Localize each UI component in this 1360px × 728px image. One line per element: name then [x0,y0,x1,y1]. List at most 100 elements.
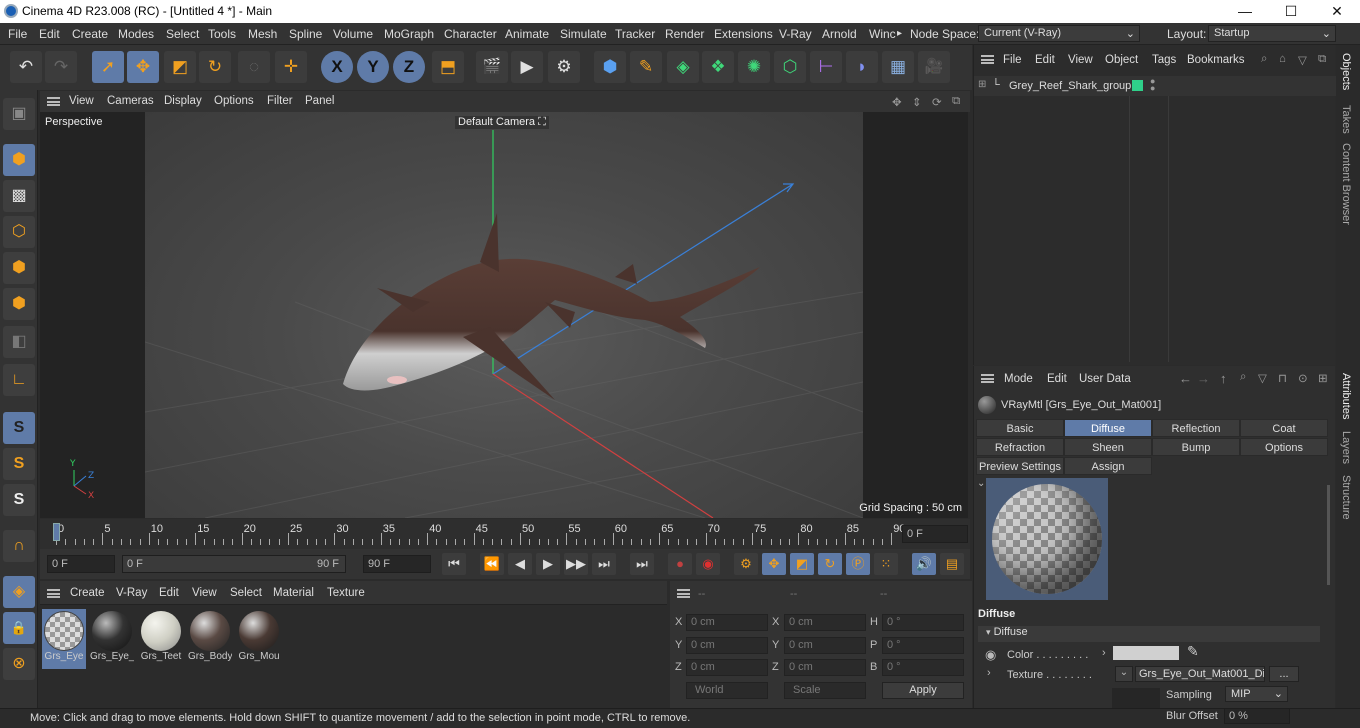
diffuse-group-header[interactable]: ▾ Diffuse [978,626,1320,642]
menu-render[interactable]: Render [665,27,704,41]
material-swatch[interactable]: Grs_Body [188,609,232,669]
solo-hierarchy-icon[interactable]: S [3,484,35,516]
layout-dropdown[interactable]: Startup ⌄ [1208,25,1336,42]
rot-p-field[interactable]: 0 ° [882,637,964,654]
mat-menu-select[interactable]: Select [230,587,262,599]
settings-icon[interactable]: ⊙ [1298,371,1308,385]
make-editable-icon[interactable]: ▣ [3,98,35,130]
hamburger-icon[interactable] [981,55,994,64]
record-keys-icon[interactable]: ● [668,553,692,575]
solo-selected-icon[interactable]: S [3,448,35,480]
side-tab-attributes[interactable]: Attributes [1340,373,1352,419]
next-frame-icon[interactable]: ▶▶ [564,553,588,575]
obj-menu-bookmarks[interactable]: Bookmarks [1187,54,1245,66]
material-swatch[interactable]: Grs_Teet [139,609,183,669]
material-swatch[interactable]: Grs_Eye [42,609,86,669]
mat-menu-view[interactable]: View [192,587,217,599]
coordinate-system-icon[interactable]: ⬒ [432,51,464,83]
pos-x-field[interactable]: 0 cm [686,614,768,631]
maximize-button[interactable]: ☐ [1268,0,1314,23]
obj-menu-tags[interactable]: Tags [1152,54,1176,66]
object-name[interactable]: Grey_Reef_Shark_group [1009,80,1131,92]
side-tab-structure[interactable]: Structure [1340,475,1352,520]
points-mode-icon[interactable]: ⬡ [3,216,35,248]
attr-menu-mode[interactable]: Mode [1004,373,1033,385]
hamburger-icon[interactable] [981,374,994,383]
autokeying-icon[interactable]: ◉ [696,553,720,575]
rot-b-field[interactable]: 0 ° [882,659,964,676]
viewport-menu-filter[interactable]: Filter [267,95,293,107]
new-window-icon[interactable]: ⧉ [1318,53,1326,66]
mat-menu-vray[interactable]: V-Ray [116,587,147,599]
play-icon[interactable]: ▶ [536,553,560,575]
blur-offset-field[interactable]: 0 % [1224,708,1290,724]
scale-mode-dropdown[interactable]: Scale [784,682,866,699]
tab-refraction[interactable]: Refraction [976,438,1064,456]
menu-window[interactable]: Winc [869,27,896,41]
tab-options[interactable]: Options [1240,438,1328,456]
deformer-icon[interactable]: ⊢ [810,51,842,83]
object-row[interactable]: ⊞ └ Grey_Reef_Shark_group ● ● [974,76,1336,96]
menu-arnold[interactable]: Arnold [822,27,857,41]
camera-icon[interactable]: 🎥 [918,51,950,83]
key-parameter-icon[interactable]: Ⓟ [846,553,870,575]
scale-icon[interactable]: ◩ [164,51,196,83]
side-tab-takes[interactable]: Takes [1340,105,1352,134]
solo-icon[interactable]: S [3,412,35,444]
texture-browse-button[interactable]: ... [1269,666,1299,682]
expand-icon[interactable]: ⊞ [978,79,986,90]
tab-diffuse[interactable]: Diffuse [1064,419,1152,437]
subdivision-icon[interactable]: ◈ [667,51,699,83]
extrude-icon[interactable]: ❖ [702,51,734,83]
menu-tracker[interactable]: Tracker [615,27,655,41]
material-swatch[interactable]: Grs_Eye_ [90,609,134,669]
sound-icon[interactable]: 🔊 [912,553,936,575]
film-icon[interactable]: ▤ [940,553,964,575]
tab-sheen[interactable]: Sheen [1064,438,1152,456]
viewport-menu-view[interactable]: View [69,95,94,107]
next-key-icon[interactable]: ⏭ [592,553,616,575]
texture-menu-button[interactable]: ⌄ [1115,666,1133,682]
obj-menu-edit[interactable]: Edit [1035,54,1055,66]
texture-path-field[interactable]: Grs_Eye_Out_Mat001_Diffus [1135,666,1265,682]
tab-preview-settings[interactable]: Preview Settings [976,457,1064,475]
max-time-field[interactable]: 90 F [363,555,431,573]
current-frame-field[interactable]: 0 F [902,525,968,543]
new-window-icon[interactable]: ⊞ [1318,371,1328,385]
z-axis-icon[interactable]: Z [393,51,425,83]
pos-z-field[interactable]: 0 cm [686,659,768,676]
lock-workplane-icon[interactable]: 🔒 [3,612,35,644]
hamburger-icon[interactable] [47,589,60,598]
side-tab-content-browser[interactable]: Content Browser [1340,143,1352,225]
tab-assign[interactable]: Assign [1064,457,1152,475]
mat-menu-create[interactable]: Create [70,587,105,599]
tab-reflection[interactable]: Reflection [1152,419,1240,437]
home-icon[interactable]: ⌂ [1279,53,1286,65]
tab-basic[interactable]: Basic [976,419,1064,437]
side-tab-layers[interactable]: Layers [1340,431,1352,464]
edges-mode-icon[interactable]: ⬢ [3,252,35,284]
pan-view-icon[interactable]: ✥ [892,95,902,109]
menu-volume[interactable]: Volume [333,27,373,41]
floor-icon[interactable]: ▦ [882,51,914,83]
viewport-scene[interactable] [144,112,864,518]
obj-menu-file[interactable]: File [1003,54,1022,66]
hamburger-icon[interactable] [47,97,60,106]
size-y-field[interactable]: 0 cm [784,637,866,654]
forward-arrow-icon[interactable]: → [1197,371,1210,386]
attr-menu-user-data[interactable]: User Data [1079,373,1131,385]
menu-spline[interactable]: Spline [289,27,322,41]
mat-menu-texture[interactable]: Texture [327,587,365,599]
menu-overflow-icon[interactable]: ▸ [897,28,902,39]
grey-reef-shark-model[interactable] [343,213,760,400]
model-mode-icon[interactable]: ⬢ [3,144,35,176]
eyedropper-icon[interactable]: ✎ [1187,643,1199,660]
obj-menu-object[interactable]: Object [1105,54,1138,66]
render-view-icon[interactable]: 🎬 [476,51,508,83]
preview-range-slider[interactable]: 0 F 90 F [122,555,346,573]
world-axis-icon[interactable]: ✛ [275,51,307,83]
move-icon[interactable]: ✥ [127,51,159,83]
key-rotation-icon[interactable]: ↻ [818,553,842,575]
coordinate-mode-dropdown[interactable]: World [686,682,768,699]
mat-menu-edit[interactable]: Edit [159,587,179,599]
